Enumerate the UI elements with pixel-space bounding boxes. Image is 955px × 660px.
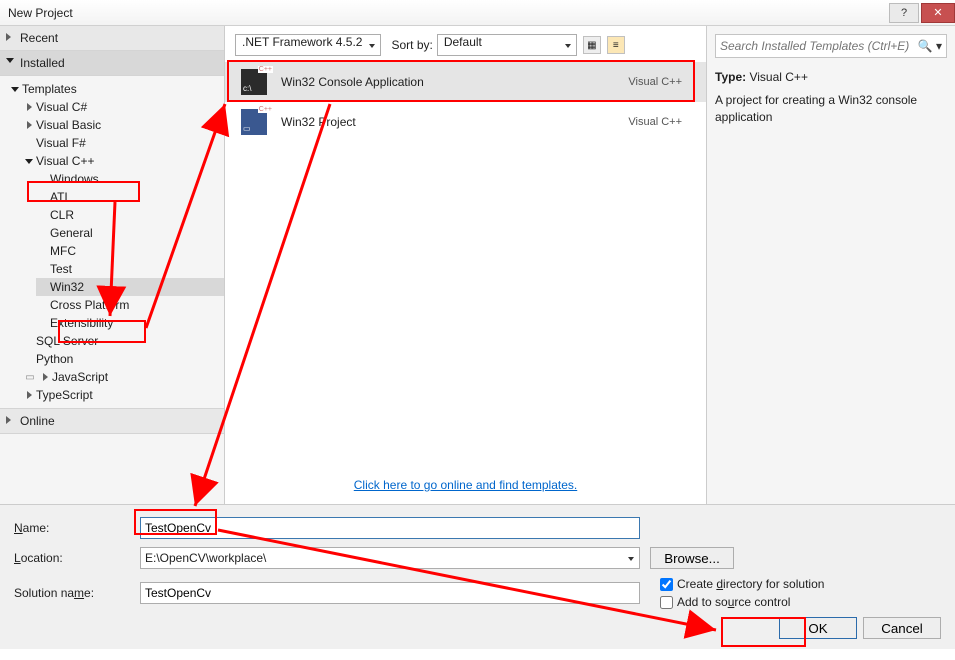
search-box[interactable]: 🔍 ▾	[715, 34, 947, 58]
tree-extensibility[interactable]: Extensibility	[36, 314, 224, 332]
chevron-right-icon	[27, 103, 32, 111]
tree-general[interactable]: General	[36, 224, 224, 242]
cancel-button[interactable]: Cancel	[863, 617, 941, 639]
chevron-down-icon	[6, 58, 14, 63]
framework-dropdown[interactable]: .NET Framework 4.5.2	[235, 34, 381, 56]
tree-mfc[interactable]: MFC	[36, 242, 224, 260]
tree-visual-csharp[interactable]: Visual C#	[22, 98, 224, 116]
left-pane: Recent Installed Templates Visual C# Vis…	[0, 26, 225, 504]
template-type: Type: Visual C++	[715, 70, 947, 84]
chevron-right-icon	[43, 373, 48, 381]
tree-win32[interactable]: Win32	[36, 278, 224, 296]
chevron-down-icon	[11, 87, 19, 92]
search-icon[interactable]: 🔍 ▾	[918, 39, 942, 53]
source-control-checkbox[interactable]	[660, 596, 673, 609]
template-win32-console[interactable]: c:\ Win32 Console Application Visual C++	[225, 62, 706, 102]
tree-visual-basic[interactable]: Visual Basic	[22, 116, 224, 134]
sortby-label: Sort by:	[391, 38, 432, 52]
tree-test[interactable]: Test	[36, 260, 224, 278]
category-label: Online	[20, 414, 55, 428]
window-controls: ? ✕	[887, 3, 955, 23]
name-input[interactable]	[140, 517, 640, 539]
view-list-icon[interactable]: ≡	[607, 36, 625, 54]
window-title: New Project	[8, 6, 73, 20]
tree-cross-platform[interactable]: Cross Platform	[36, 296, 224, 314]
template-list: c:\ Win32 Console Application Visual C++…	[225, 62, 706, 468]
chevron-right-icon	[27, 391, 32, 399]
folder-icon: ▭	[22, 372, 38, 383]
solution-name-label: Solution name:	[14, 586, 140, 600]
template-icon: c:\	[241, 69, 267, 95]
chevron-right-icon	[6, 33, 11, 41]
main-area: Recent Installed Templates Visual C# Vis…	[0, 26, 955, 504]
location-label: Location:	[14, 551, 140, 565]
tree-python[interactable]: Python	[22, 350, 224, 368]
category-label: Installed	[20, 56, 65, 70]
tree-javascript[interactable]: ▭JavaScript	[22, 368, 224, 386]
template-lang: Visual C++	[628, 76, 682, 88]
search-input[interactable]	[720, 39, 918, 53]
templates-tree: Templates Visual C# Visual Basic Visual …	[0, 76, 224, 408]
online-templates-link[interactable]: Click here to go online and find templat…	[354, 478, 577, 492]
template-name: Win32 Project	[281, 115, 628, 129]
online-link-row: Click here to go online and find templat…	[225, 468, 706, 504]
template-description: A project for creating a Win32 console a…	[715, 92, 947, 126]
center-toolbar: .NET Framework 4.5.2 Sort by: Default ▦ …	[225, 26, 706, 62]
chevron-right-icon	[6, 416, 11, 424]
solution-name-input[interactable]	[140, 582, 640, 604]
chevron-right-icon	[27, 121, 32, 129]
ok-button[interactable]: OK	[779, 617, 857, 639]
tree-clr[interactable]: CLR	[36, 206, 224, 224]
tree-templates[interactable]: Templates	[8, 80, 224, 98]
create-directory-label: Create directory for solution	[677, 577, 824, 591]
tree-visual-fsharp[interactable]: Visual F#	[22, 134, 224, 152]
category-online[interactable]: Online	[0, 408, 224, 434]
help-button[interactable]: ?	[889, 3, 919, 23]
tree-visual-cpp[interactable]: Visual C++	[22, 152, 224, 170]
name-label: Name:	[14, 521, 140, 535]
right-pane: 🔍 ▾ Type: Visual C++ A project for creat…	[706, 26, 955, 504]
category-recent[interactable]: Recent	[0, 26, 224, 51]
location-input[interactable]: E:\OpenCV\workplace\	[140, 547, 640, 569]
bottom-form: Name: Location: E:\OpenCV\workplace\ Bro…	[0, 504, 955, 649]
template-name: Win32 Console Application	[281, 75, 628, 89]
tree-sql-server[interactable]: SQL Server	[22, 332, 224, 350]
category-label: Recent	[20, 31, 58, 45]
template-icon: ▭	[241, 109, 267, 135]
view-grid-icon[interactable]: ▦	[583, 36, 601, 54]
chevron-down-icon	[25, 159, 33, 164]
tree-atl[interactable]: ATL	[36, 188, 224, 206]
source-control-label: Add to source control	[677, 595, 790, 609]
category-installed[interactable]: Installed	[0, 51, 224, 76]
sortby-dropdown[interactable]: Default	[437, 34, 577, 56]
template-win32-project[interactable]: ▭ Win32 Project Visual C++	[225, 102, 706, 142]
center-pane: .NET Framework 4.5.2 Sort by: Default ▦ …	[225, 26, 706, 504]
close-button[interactable]: ✕	[921, 3, 955, 23]
create-directory-checkbox[interactable]	[660, 578, 673, 591]
browse-button[interactable]: Browse...	[650, 547, 734, 569]
template-lang: Visual C++	[628, 116, 682, 128]
tree-windows[interactable]: Windows	[36, 170, 224, 188]
tree-typescript[interactable]: TypeScript	[22, 386, 224, 404]
titlebar: New Project ? ✕	[0, 0, 955, 26]
